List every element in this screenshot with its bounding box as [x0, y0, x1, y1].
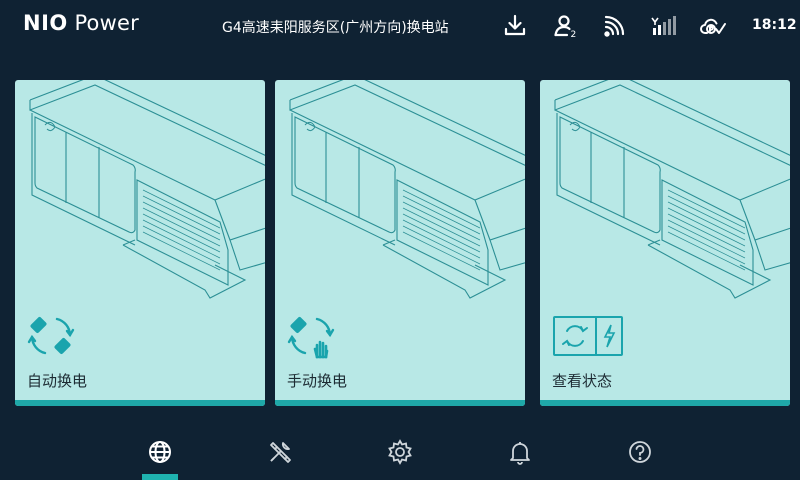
- station-illustration: [554, 80, 790, 299]
- manual-swap-icon: [287, 316, 335, 359]
- manual-swap-card[interactable]: 手动换电: [275, 80, 525, 406]
- bottom-nav: [0, 430, 800, 480]
- station-illustration: [29, 80, 265, 299]
- card-accent-bar: [15, 400, 265, 406]
- logo-brand: NIO: [23, 11, 68, 35]
- nio-power-logo: NIO Power: [23, 11, 139, 35]
- nav-tools[interactable]: [262, 430, 298, 480]
- download-icon[interactable]: [501, 12, 529, 40]
- nav-notifications[interactable]: [502, 430, 538, 480]
- top-bar: NIO Power G4高速耒阳服务区(广州方向)换电站 2 18:12: [0, 0, 800, 52]
- card-label: 查看状态: [552, 372, 613, 390]
- card-label: 手动换电: [287, 372, 348, 390]
- status-view-icon: [553, 316, 623, 356]
- nav-globe[interactable]: [142, 430, 178, 480]
- user-icon[interactable]: 2: [552, 12, 580, 40]
- clock: 18:12: [752, 17, 797, 33]
- card-accent-bar: [540, 400, 790, 406]
- auto-swap-icon: [27, 316, 75, 355]
- card-accent-bar: [275, 400, 525, 406]
- view-status-card[interactable]: 查看状态: [540, 80, 790, 406]
- station-illustration: [289, 80, 525, 299]
- nav-help[interactable]: [622, 430, 658, 480]
- cellular-icon: [650, 12, 678, 40]
- logo-sub: Power: [74, 11, 139, 35]
- auto-swap-card[interactable]: 自动换电: [15, 80, 265, 406]
- station-name: G4高速耒阳服务区(广州方向)换电站: [222, 20, 449, 36]
- nav-active-indicator: [142, 474, 178, 480]
- signal-icon: [601, 12, 629, 40]
- user-badge-count: 2: [571, 30, 577, 40]
- cloud-check-icon: [699, 12, 727, 40]
- nav-settings[interactable]: [382, 430, 418, 480]
- card-label: 自动换电: [27, 372, 88, 390]
